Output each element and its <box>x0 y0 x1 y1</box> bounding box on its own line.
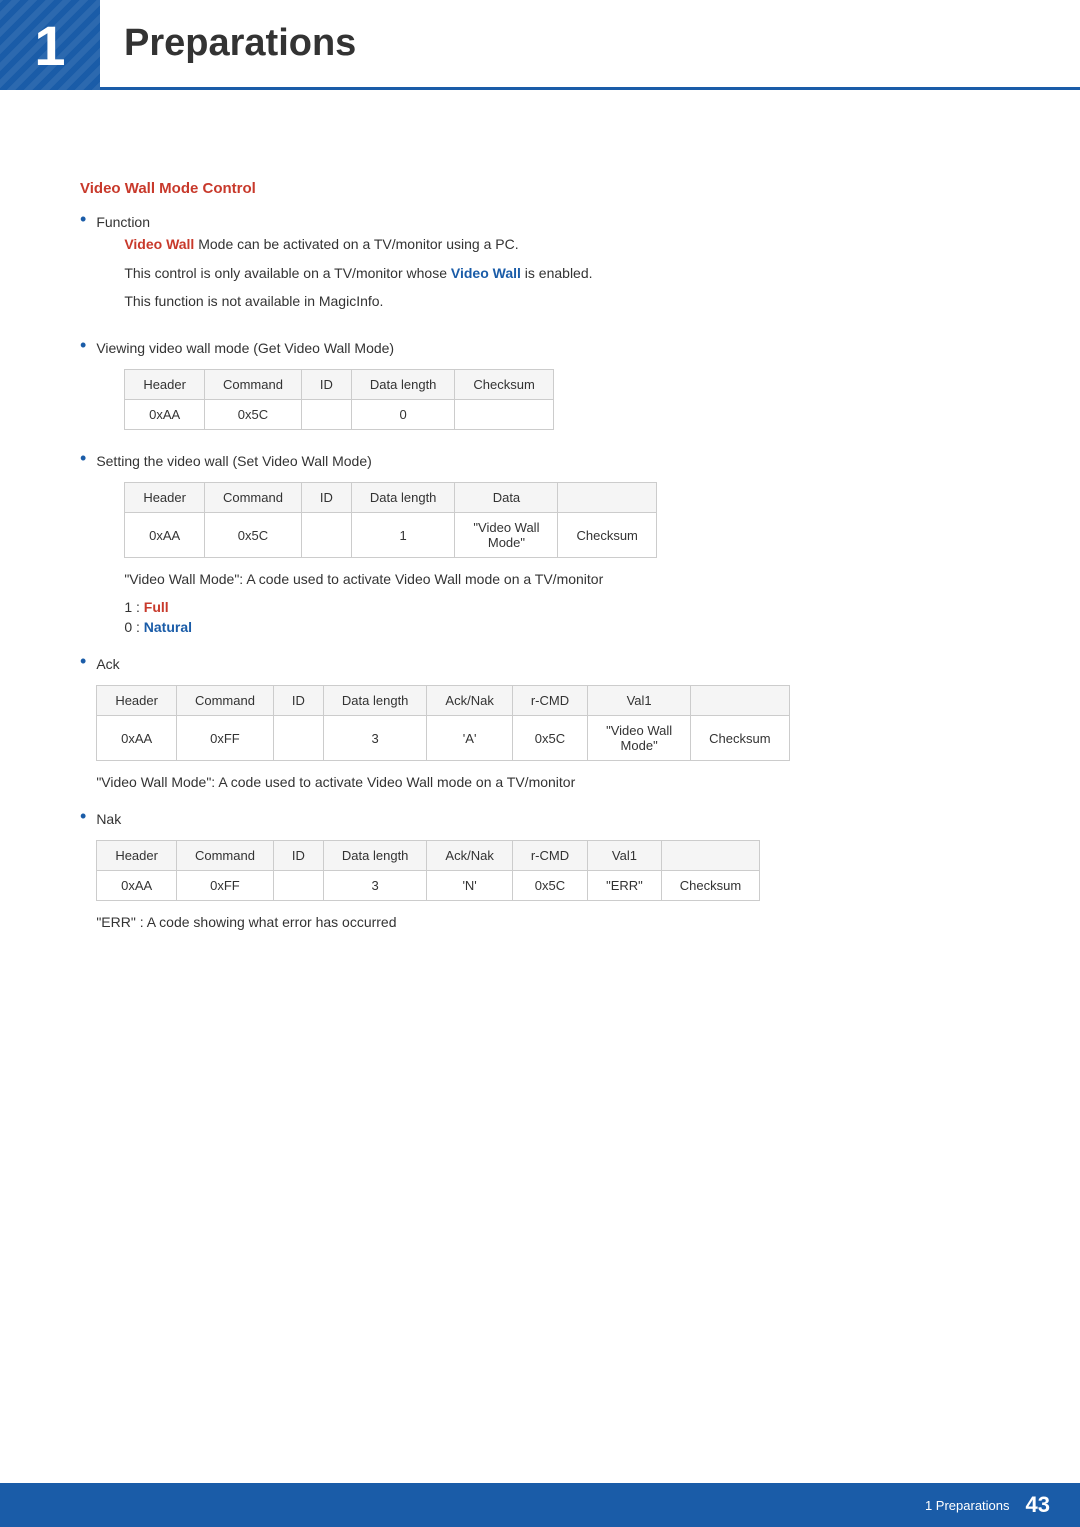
td-0xAA-1: 0xAA <box>125 399 205 429</box>
td-id-3 <box>273 716 323 761</box>
th-datalength-3: Data length <box>323 686 427 716</box>
chapter-number-block: 1 <box>0 0 100 90</box>
th-acknak-4: Ack/Nak <box>427 840 512 870</box>
th-id-1: ID <box>301 369 351 399</box>
td-val1-3: "Video WallMode" <box>588 716 691 761</box>
td-dl-3: 3 <box>323 716 427 761</box>
td-err-4: "ERR" <box>588 870 662 900</box>
td-0x5C-1: 0x5C <box>204 399 301 429</box>
setting-label: Setting the video wall (Set Video Wall M… <box>96 450 1000 472</box>
section-title: Video Wall Mode Control <box>80 180 1000 197</box>
th-rcmd-3: r-CMD <box>512 686 587 716</box>
td-cs-val-4: Checksum <box>661 870 759 900</box>
th-command-2: Command <box>204 483 301 513</box>
td-a-3: 'A' <box>427 716 512 761</box>
th-header-3: Header <box>97 686 177 716</box>
td-0x5C-4: 0x5C <box>512 870 587 900</box>
td-0xFF-3: 0xFF <box>176 716 273 761</box>
td-n-4: 'N' <box>427 870 512 900</box>
bullet-function-label: Function <box>96 211 592 233</box>
chapter-number: 1 <box>34 13 65 78</box>
th-val1-4: Val1 <box>588 840 662 870</box>
td-cs-1 <box>455 399 553 429</box>
th-command-1: Command <box>204 369 301 399</box>
chapter-title-block: Preparations <box>100 0 1080 90</box>
table-set-vwm: Header Command ID Data length Data 0xAA … <box>124 482 657 558</box>
bullet-dot-1: • <box>80 209 86 230</box>
table-nak: Header Command ID Data length Ack/Nak r-… <box>96 840 760 901</box>
bullet-viewing: • Viewing video wall mode (Get Video Wal… <box>80 337 1000 440</box>
td-dl-2: 1 <box>351 513 455 558</box>
bullet-dot-3: • <box>80 448 86 469</box>
chapter-title: Preparations <box>124 22 356 65</box>
bullet-dot-5: • <box>80 806 86 827</box>
th-id-2: ID <box>301 483 351 513</box>
th-cs-3 <box>691 686 789 716</box>
full-label: Full <box>144 599 169 615</box>
page-header: 1 Preparations <box>0 0 1080 90</box>
viewing-label: Viewing video wall mode (Get Video Wall … <box>96 337 1000 359</box>
table2-note: "Video Wall Mode": A code used to activa… <box>124 568 1000 590</box>
video-wall-highlight-1: Video Wall <box>124 236 194 252</box>
td-0x5C-2: 0x5C <box>204 513 301 558</box>
table4-note: "ERR" : A code showing what error has oc… <box>96 911 1000 933</box>
th-checksum-1: Checksum <box>455 369 553 399</box>
th-id-3: ID <box>273 686 323 716</box>
td-id-1 <box>301 399 351 429</box>
ack-label: Ack <box>96 653 1000 675</box>
th-cs-4 <box>661 840 759 870</box>
th-checksum-2 <box>558 483 656 513</box>
th-header-4: Header <box>97 840 177 870</box>
td-0xAA-3: 0xAA <box>97 716 177 761</box>
th-header-2: Header <box>125 483 205 513</box>
td-cs-val-3: Checksum <box>691 716 789 761</box>
table-row: 0xAA 0xFF 3 'A' 0x5C "Video WallMode" Ch… <box>97 716 789 761</box>
numbered-1: 1 : Full <box>124 599 1000 615</box>
bullet-function: • Function Video Wall Mode can be activa… <box>80 211 1000 319</box>
numbered-2: 0 : Natural <box>124 619 1000 635</box>
td-id-2 <box>301 513 351 558</box>
table-ack: Header Command ID Data length Ack/Nak r-… <box>96 685 789 761</box>
th-command-3: Command <box>176 686 273 716</box>
th-command-4: Command <box>176 840 273 870</box>
video-wall-highlight-2: Video Wall <box>451 265 521 281</box>
td-0x5C-3: 0x5C <box>512 716 587 761</box>
table-row: 0xAA 0xFF 3 'N' 0x5C "ERR" Checksum <box>97 870 760 900</box>
th-rcmd-4: r-CMD <box>512 840 587 870</box>
th-datalength-4: Data length <box>323 840 427 870</box>
function-line-1: Video Wall Mode can be activated on a TV… <box>124 233 592 255</box>
th-datalength-2: Data length <box>351 483 455 513</box>
th-acknak-3: Ack/Nak <box>427 686 512 716</box>
td-id-4 <box>273 870 323 900</box>
th-header-1: Header <box>125 369 205 399</box>
bullet-dot-2: • <box>80 335 86 356</box>
bullet-ack: • Ack Header Command ID Data length Ack/… <box>80 653 1000 794</box>
td-0xAA-2: 0xAA <box>125 513 205 558</box>
th-datalength-1: Data length <box>351 369 455 399</box>
function-line-3: This function is not available in MagicI… <box>124 290 592 312</box>
td-0xAA-4: 0xAA <box>97 870 177 900</box>
nak-label: Nak <box>96 808 1000 830</box>
page-footer: 1 Preparations 43 <box>0 1483 1080 1527</box>
td-dl-4: 3 <box>323 870 427 900</box>
td-dl-1: 0 <box>351 399 455 429</box>
td-data-2: "Video WallMode" <box>455 513 558 558</box>
footer-page-number: 43 <box>1026 1492 1050 1518</box>
td-0xFF-4: 0xFF <box>176 870 273 900</box>
th-val1-3: Val1 <box>588 686 691 716</box>
bullet-dot-4: • <box>80 651 86 672</box>
table-row: 0xAA 0x5C 0 <box>125 399 554 429</box>
function-line-2: This control is only available on a TV/m… <box>124 262 592 284</box>
th-id-4: ID <box>273 840 323 870</box>
td-cs-2: Checksum <box>558 513 656 558</box>
th-data-2: Data <box>455 483 558 513</box>
main-content: Video Wall Mode Control • Function Video… <box>0 130 1080 1003</box>
bullet-nak: • Nak Header Command ID Data length Ack/… <box>80 808 1000 934</box>
bullet-setting: • Setting the video wall (Set Video Wall… <box>80 450 1000 639</box>
natural-label: Natural <box>144 619 192 635</box>
footer-label: 1 Preparations <box>925 1498 1010 1513</box>
table-row: 0xAA 0x5C 1 "Video WallMode" Checksum <box>125 513 657 558</box>
table3-note: "Video Wall Mode": A code used to activa… <box>96 771 1000 793</box>
table-get-vwm: Header Command ID Data length Checksum 0… <box>124 369 554 430</box>
